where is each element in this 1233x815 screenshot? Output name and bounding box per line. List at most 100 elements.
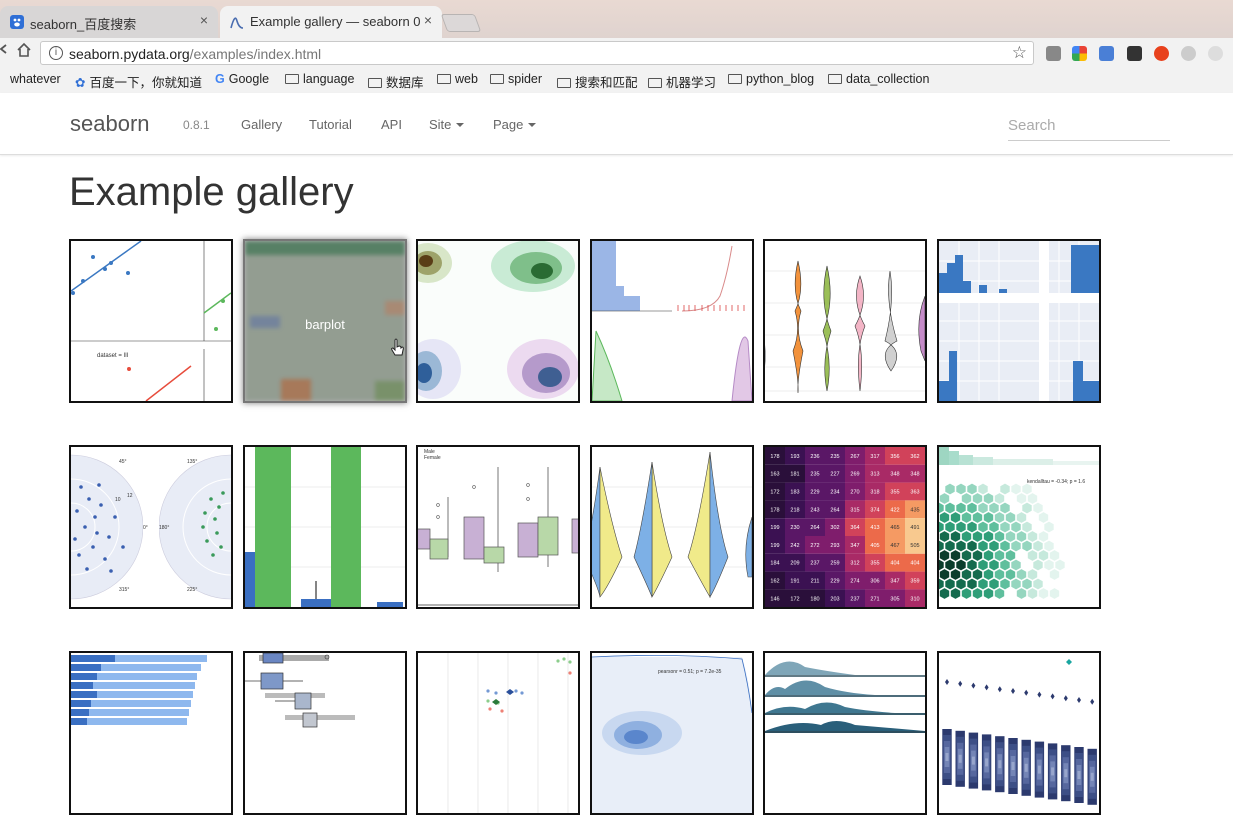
- heatmap-value: 356: [890, 454, 899, 460]
- back-arrow-icon[interactable]: [0, 41, 8, 62]
- heatmap-value: 259: [830, 561, 839, 567]
- address-bar[interactable]: i seaborn.pydata.org/examples/index.html…: [40, 41, 1034, 65]
- ridgeplot-image: [765, 661, 925, 733]
- boxen-box: [971, 756, 975, 765]
- thumb-ridgeplot[interactable]: [763, 651, 927, 815]
- hexbin-cell: [994, 512, 1005, 523]
- refresh-extension-icon[interactable]: [1208, 46, 1223, 61]
- nav-gallery[interactable]: Gallery: [241, 117, 282, 132]
- nav-tutorial[interactable]: Tutorial: [309, 117, 352, 132]
- bookmark-2[interactable]: G Google: [215, 72, 269, 86]
- circle-extension-icon[interactable]: [1181, 46, 1196, 61]
- chrome-extension-icon[interactable]: [1072, 46, 1087, 61]
- hexbin-cell: [978, 502, 988, 514]
- outlier-marker: [1066, 659, 1072, 665]
- thumb-anscombes-quartet[interactable]: dataset = III: [69, 239, 233, 403]
- hexbin-cell: [939, 502, 944, 514]
- nav-page-dropdown[interactable]: Page: [493, 117, 537, 132]
- hexbin-cell: [1016, 588, 1027, 599]
- outlier-marker: [1090, 698, 1095, 705]
- heatmap-value: 229: [830, 579, 839, 585]
- close-icon[interactable]: ×: [424, 12, 432, 28]
- hexbin-cell: [950, 588, 961, 599]
- heatmap-value: 191: [790, 579, 799, 585]
- bookmark-0[interactable]: whatever: [10, 72, 61, 86]
- heatmap-value: 355: [890, 490, 899, 496]
- thumb-kde-grid[interactable]: [416, 239, 580, 403]
- heatmap-value: 348: [910, 472, 919, 478]
- hexbin-cell: [983, 588, 994, 599]
- bookmark-7[interactable]: 搜索和匹配: [557, 72, 638, 91]
- url-path: /examples/index.html: [189, 46, 322, 62]
- bookmark-star-icon[interactable]: ☆: [1012, 43, 1027, 63]
- opera-extension-icon[interactable]: [1154, 46, 1169, 61]
- nav-site-dropdown[interactable]: Site: [429, 117, 465, 132]
- hexbin-cell: [1044, 559, 1054, 571]
- thumb-joint-kde[interactable]: pearsonr = 0.51; p = 7.2e-35: [590, 651, 754, 815]
- folder-icon: [490, 74, 504, 84]
- bookmark-1[interactable]: ✿ 百度一下，你就知道: [75, 72, 202, 91]
- bookmark-3[interactable]: language: [285, 72, 354, 86]
- tab-title: Example gallery — seaborn 0.8: [250, 14, 420, 29]
- heatmap-value: 230: [790, 525, 799, 531]
- hexbin-cell: [961, 512, 972, 523]
- bookmark-9[interactable]: python_blog: [728, 72, 814, 86]
- nav-api[interactable]: API: [381, 117, 402, 132]
- thumb-barplot[interactable]: barplot: [243, 239, 407, 403]
- close-icon[interactable]: ×: [200, 12, 208, 28]
- heatmap-value: 405: [870, 543, 879, 549]
- heatmap-value: 184: [770, 561, 779, 567]
- heatmap-value: 404: [890, 561, 899, 567]
- gmail-extension-icon[interactable]: [1046, 46, 1061, 61]
- thumb-hexbin-marginals[interactable]: kendalltau = -0.34; p = 1.6: [937, 445, 1101, 609]
- heatmap-value: 347: [890, 579, 899, 585]
- outlier-marker: [1063, 695, 1068, 702]
- heatmap-value: 317: [870, 454, 879, 460]
- thumb-hover-label: barplot: [305, 317, 345, 332]
- thumb-facet-projections[interactable]: 45° 135° 0° 180° 315° 225° 10 12: [69, 445, 233, 609]
- heatmap-value: 180: [810, 596, 819, 602]
- bookmark-6[interactable]: spider: [490, 72, 542, 86]
- violinplot-image: [765, 260, 925, 394]
- heatmap-value: 355: [870, 561, 879, 567]
- thumb-grouped-barplot[interactable]: [243, 445, 407, 609]
- thumb-grouped-boxplot[interactable]: Male Female: [416, 445, 580, 609]
- thumb-split-violinplot[interactable]: [590, 445, 754, 609]
- thumb-distplot-options[interactable]: [590, 239, 754, 403]
- hexbin-cell: [1016, 531, 1027, 542]
- bookmark-5[interactable]: web: [437, 72, 478, 86]
- search-input[interactable]: [1008, 111, 1170, 141]
- info-icon[interactable]: i: [49, 46, 63, 60]
- translate-extension-icon[interactable]: [1099, 46, 1114, 61]
- heatmap-value: 363: [910, 490, 919, 496]
- thumb-heatmap-annotated[interactable]: 178 193 236 235 267 317 356 362 163 181 235 227 269 3…: [763, 445, 927, 609]
- angle-label: 225°: [187, 587, 197, 593]
- new-tab-button[interactable]: [440, 14, 482, 32]
- hexbin-cell: [1016, 493, 1027, 504]
- bookmark-4[interactable]: 数据库: [368, 72, 424, 91]
- hexbin-cell: [1033, 559, 1043, 571]
- home-icon[interactable]: [16, 42, 32, 63]
- thumb-pairgrid-hist[interactable]: [937, 239, 1101, 403]
- thumb-boxplot-swarm[interactable]: [243, 651, 407, 815]
- brand-logo[interactable]: seaborn: [70, 111, 150, 137]
- outlier-marker: [1011, 688, 1015, 694]
- bookmark-label: Google: [228, 72, 270, 86]
- thumb-pointplot-strip[interactable]: [416, 651, 580, 815]
- heatmap-value: 505: [910, 543, 919, 549]
- tab-example-gallery[interactable]: Example gallery — seaborn 0.8 ×: [220, 6, 442, 38]
- hexbin-cell: [967, 521, 977, 533]
- hexbin-cell: [1000, 559, 1010, 571]
- hexbin-cell: [939, 531, 950, 542]
- strip-pointplot-image: [447, 653, 572, 813]
- bookmark-8[interactable]: 机器学习: [648, 72, 716, 91]
- heatmap-value: 209: [790, 561, 799, 567]
- tab-baidu-search[interactable]: seaborn_百度搜索 ×: [0, 6, 218, 38]
- thumb-letter-value-plot[interactable]: [937, 651, 1101, 815]
- x-extension-icon[interactable]: [1127, 46, 1142, 61]
- thumb-violinplots[interactable]: [763, 239, 927, 403]
- thumb-horizontal-barplot[interactable]: [69, 651, 233, 815]
- bookmark-10[interactable]: data_collection: [828, 72, 929, 86]
- hexbin-cell: [1005, 512, 1016, 523]
- hexbin-cell: [956, 483, 966, 495]
